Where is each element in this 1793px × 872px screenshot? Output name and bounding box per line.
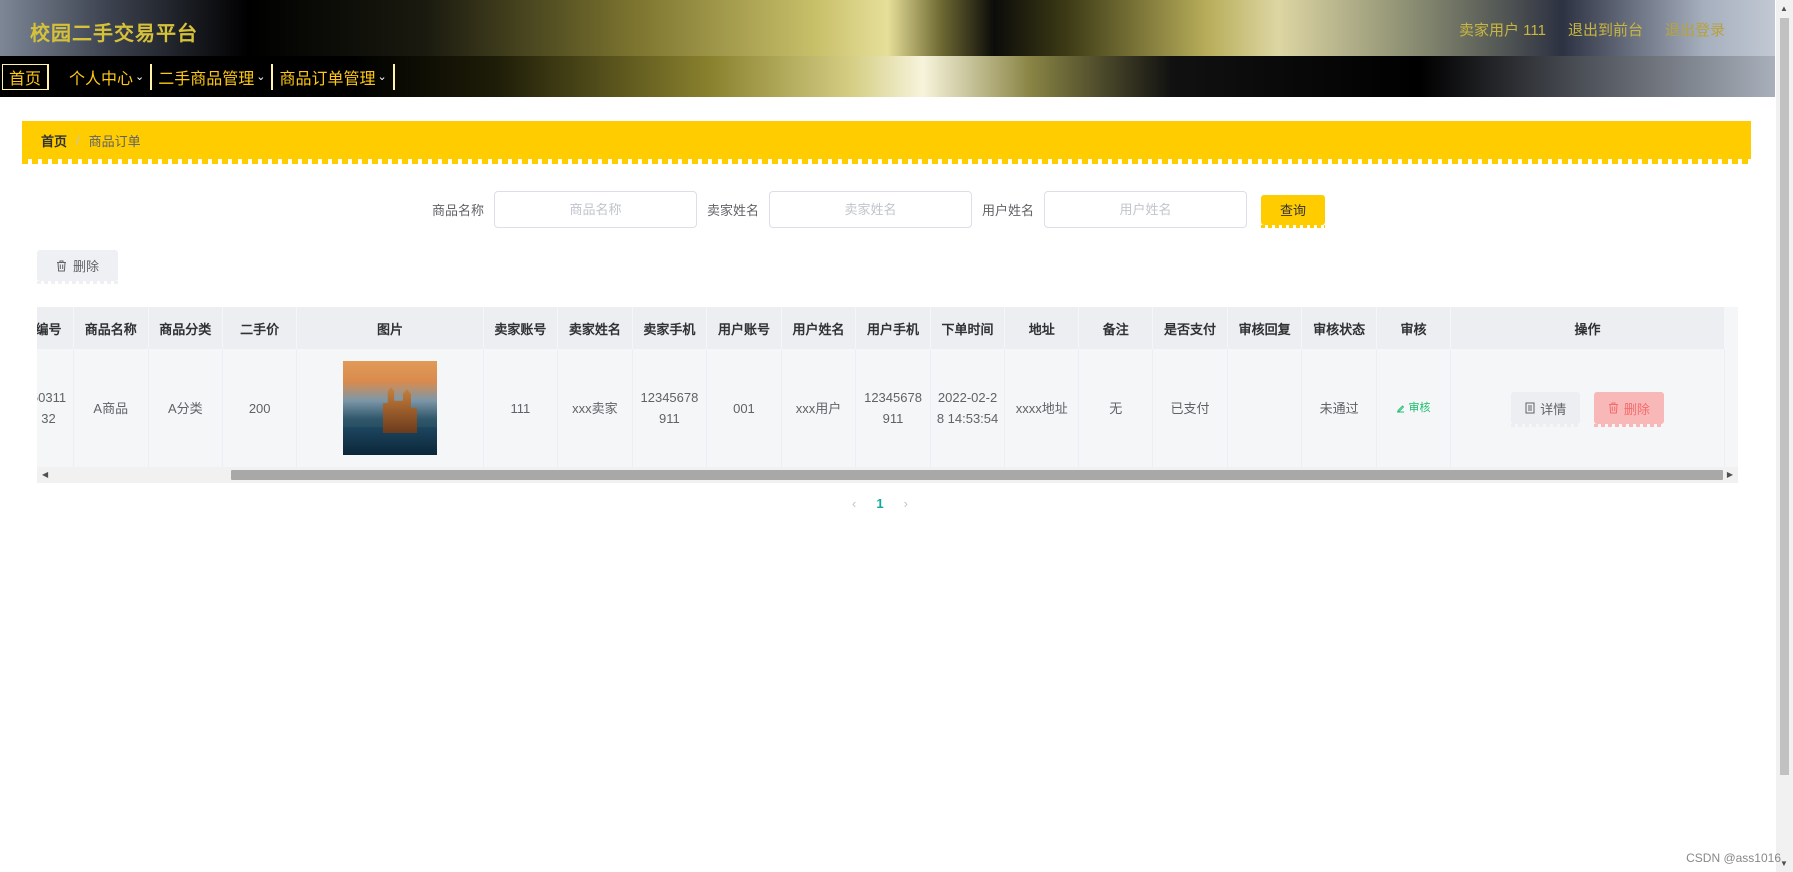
row-delete-button[interactable]: 删除 (1593, 392, 1664, 427)
cell-category: A分类 (148, 349, 224, 467)
column-header: 卖家手机 (632, 307, 708, 349)
column-header: 是否支付 (1152, 307, 1228, 349)
edit-icon (1397, 404, 1405, 412)
column-header: 卖家账号 (483, 307, 559, 349)
audit-link[interactable]: 审核 (1396, 398, 1430, 419)
batch-delete-label: 删除 (72, 259, 99, 274)
cell-audit: 审核 (1376, 349, 1452, 467)
back-to-front-link[interactable]: 退出到前台 (1568, 19, 1643, 40)
cell-product-name: A商品 (73, 349, 149, 467)
table-row[interactable]: 5031132 A商品 A分类 200 111 xxx卖家 1234567891… (37, 349, 1725, 467)
breadcrumb: 首页 / 商品订单 (22, 121, 1751, 164)
cell-image (296, 349, 484, 467)
nav-item-label: 商品订单管理 (279, 70, 376, 88)
cell-user-account: 001 (706, 349, 782, 467)
column-header: 审核回复 (1227, 307, 1303, 349)
column-header: 地址 (1004, 307, 1080, 349)
current-user-label: 卖家用户 111 (1459, 22, 1546, 39)
trash-icon (1608, 402, 1618, 414)
vertical-scrollbar-thumb[interactable] (1780, 18, 1789, 775)
cell-user-name: xxx用户 (781, 349, 857, 467)
column-header: 用户手机 (855, 307, 931, 349)
cell-audit-status: 未通过 (1301, 349, 1377, 467)
scroll-right-icon[interactable]: ▶ (1727, 470, 1733, 479)
nav-item-home[interactable]: 首页 (2, 63, 50, 90)
column-header: 二手价 (222, 307, 298, 349)
scroll-left-icon[interactable]: ◀ (42, 470, 48, 479)
cell-order-time: 2022-02-28 14:53:54 (930, 349, 1006, 467)
image-castle (382, 387, 417, 433)
nav-item-secondhand-goods[interactable]: 二手商品管理 ⌄ (152, 63, 274, 90)
logout-link[interactable]: 退出登录 (1665, 19, 1725, 40)
breadcrumb-home[interactable]: 首页 (41, 131, 67, 150)
scroll-up-icon[interactable]: ▲ (1780, 4, 1788, 13)
breadcrumb-current: 商品订单 (88, 133, 141, 149)
product-image[interactable] (342, 361, 437, 455)
seller-name-label: 卖家姓名 (707, 203, 760, 218)
column-header: 审核 (1376, 307, 1452, 349)
column-header: 图片 (296, 307, 484, 349)
cell-user-phone: 12345678911 (855, 349, 931, 467)
brand-title: 校园二手交易平台 (30, 23, 198, 45)
watermark: CSDN @ass1016 (1686, 851, 1781, 865)
vertical-scrollbar[interactable]: ▲ ▼ (1776, 0, 1793, 872)
column-header: 编号 (37, 307, 74, 349)
seller-name-input[interactable] (769, 191, 973, 228)
column-header: 商品名称 (73, 307, 149, 349)
chevron-down-icon: ⌄ (377, 71, 387, 83)
column-header: 审核状态 (1301, 307, 1377, 349)
cell-remark: 无 (1078, 349, 1154, 467)
column-header: 卖家姓名 (557, 307, 633, 349)
detail-button[interactable]: 详情 (1511, 392, 1581, 427)
cell-operations: 详情 删除 (1450, 349, 1725, 467)
top-header: 校园二手交易平台 卖家用户 111 退出到前台 退出登录 (0, 0, 1775, 56)
detail-label: 详情 (1540, 401, 1567, 417)
product-name-input[interactable] (494, 191, 698, 228)
column-header: 用户账号 (706, 307, 782, 349)
trash-icon (56, 260, 66, 271)
nav-item-label: 二手商品管理 (158, 70, 255, 88)
column-header: 备注 (1078, 307, 1154, 349)
user-name-label: 用户姓名 (982, 203, 1035, 218)
query-button[interactable]: 查询 (1261, 194, 1326, 228)
column-header: 操作 (1450, 307, 1725, 349)
row-delete-label: 删除 (1623, 401, 1650, 417)
table-header-row: 编号 商品名称 商品分类 二手价 图片 卖家账号 卖家姓名 卖家手机 用户账号 … (37, 307, 1725, 349)
cell-seller-name: xxx卖家 (557, 349, 633, 467)
scroll-down-icon[interactable]: ▼ (1780, 859, 1788, 868)
column-header: 用户姓名 (781, 307, 857, 349)
page-number[interactable]: 1 (876, 496, 883, 511)
nav-item-label: 个人中心 (69, 70, 134, 88)
chevron-down-icon: ⌄ (256, 71, 266, 83)
cell-seller-account: 111 (483, 349, 559, 467)
batch-delete-button[interactable]: 删除 (37, 250, 118, 284)
document-icon (1525, 402, 1535, 414)
column-header: 下单时间 (930, 307, 1006, 349)
cell-seller-phone: 12345678911 (632, 349, 708, 467)
cell-price: 200 (222, 349, 298, 467)
audit-label: 审核 (1408, 401, 1431, 414)
column-header: 商品分类 (148, 307, 224, 349)
user-name-input[interactable] (1044, 191, 1248, 228)
horizontal-scrollbar[interactable]: ◀ ▶ (37, 467, 1738, 483)
nav-item-order-management[interactable]: 商品订单管理 ⌄ (273, 63, 395, 90)
main-nav: 首页 个人中心 ⌄ 二手商品管理 ⌄ 商品订单管理 ⌄ (0, 56, 1775, 97)
header-user-actions: 卖家用户 111 退出到前台 退出登录 (1459, 19, 1725, 40)
product-name-label: 商品名称 (432, 203, 485, 218)
cell-audit-reply (1227, 349, 1303, 467)
orders-table: 编号 商品名称 商品分类 二手价 图片 卖家账号 卖家姓名 卖家手机 用户账号 … (37, 307, 1738, 483)
cell-paid: 已支付 (1152, 349, 1228, 467)
search-form: 商品名称 卖家姓名 用户姓名 查询 (432, 191, 1326, 228)
breadcrumb-separator: / (76, 132, 80, 148)
chevron-down-icon: ⌄ (135, 71, 145, 83)
cell-id: 5031132 (37, 349, 74, 467)
scrollbar-thumb[interactable] (231, 470, 1723, 480)
next-page-icon[interactable]: › (904, 496, 908, 511)
nav-item-personal-center[interactable]: 个人中心 ⌄ (63, 63, 153, 90)
pagination: ‹ 1 › (852, 496, 908, 511)
prev-page-icon[interactable]: ‹ (852, 496, 856, 511)
cell-address: xxxx地址 (1004, 349, 1080, 467)
nav-item-label: 首页 (9, 70, 42, 88)
